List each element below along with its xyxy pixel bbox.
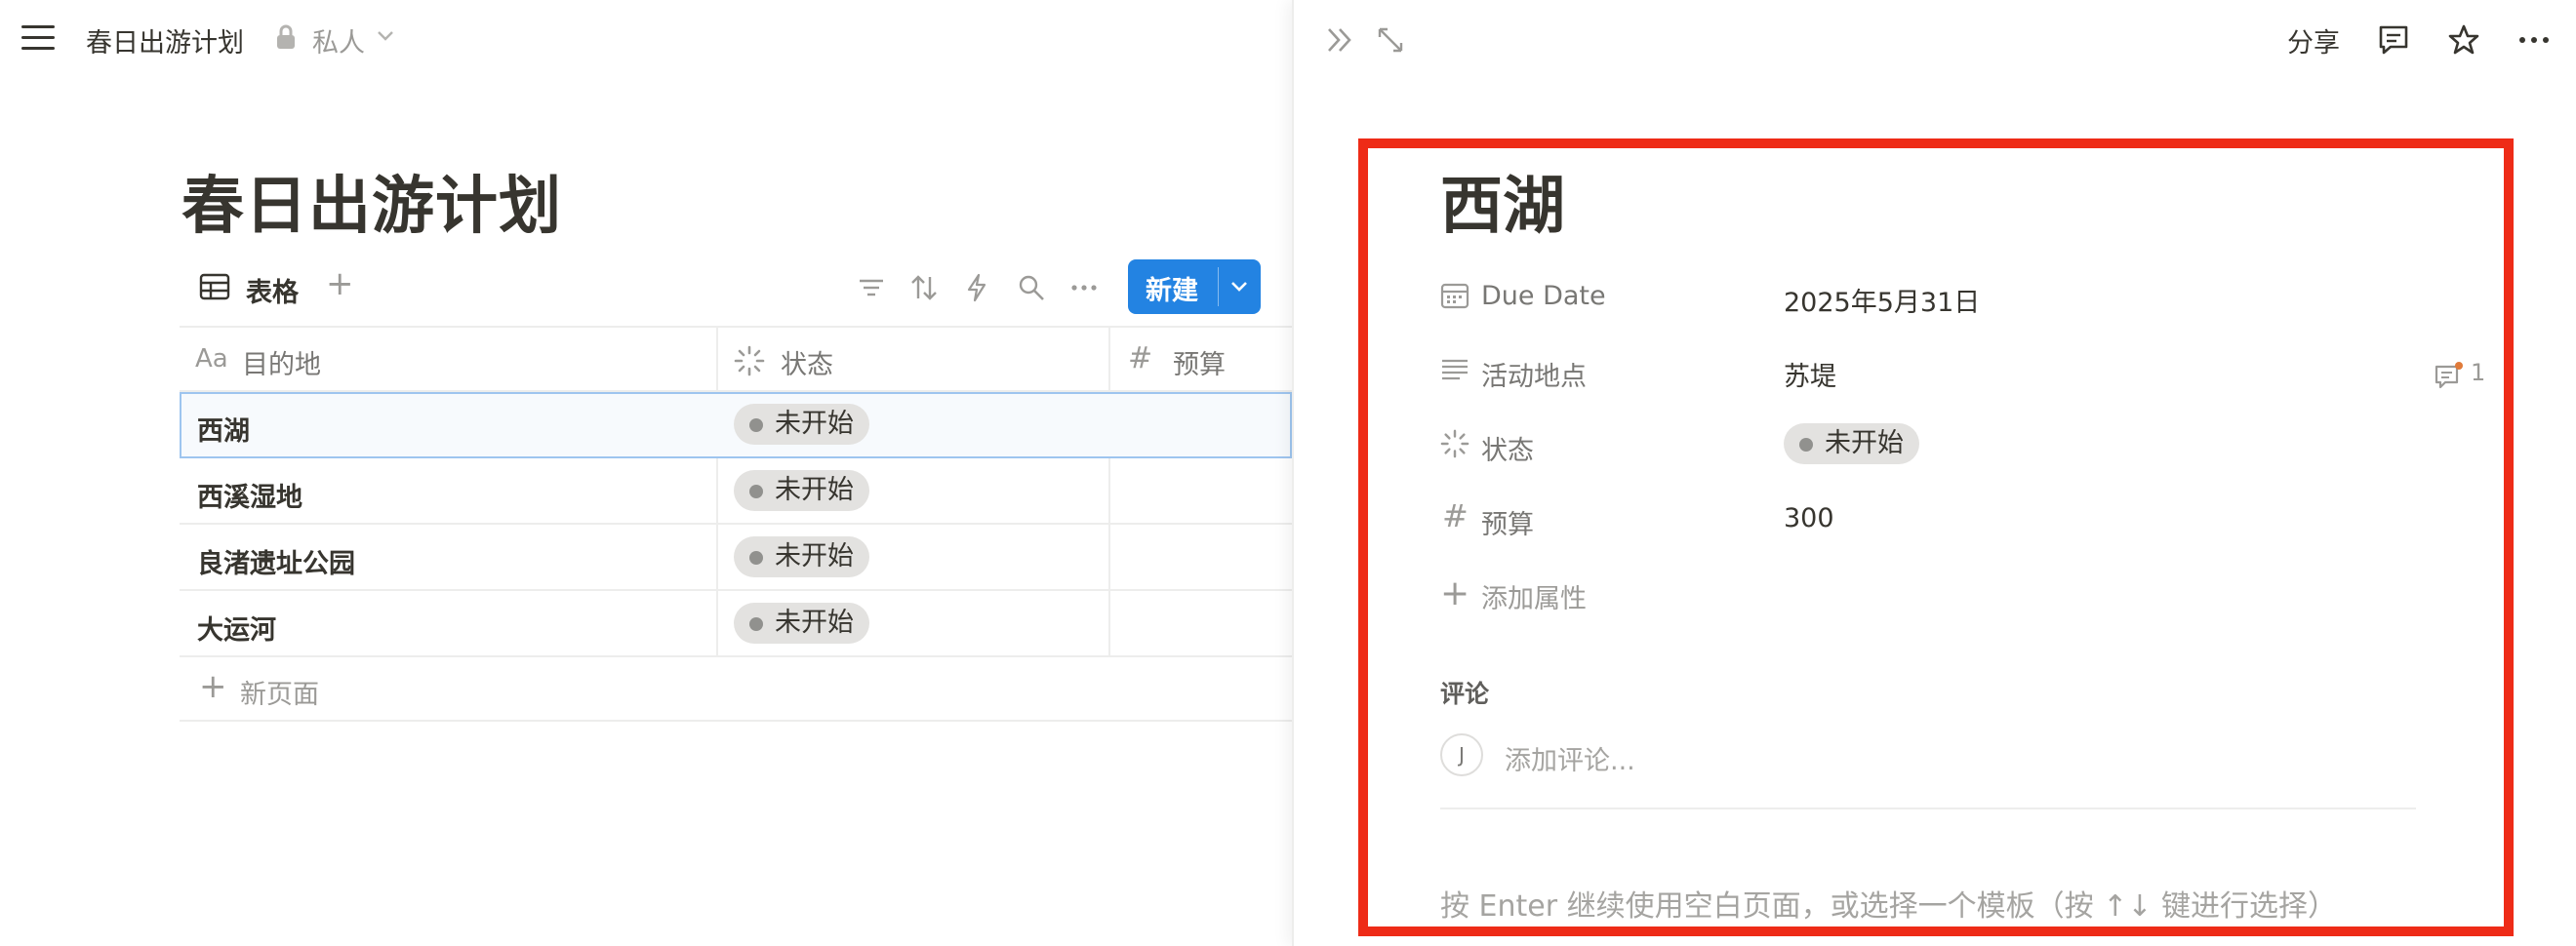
property-activity-location[interactable]: 活动地点 苏堤 <box>1440 343 2416 402</box>
new-page-label[interactable]: 新页面 <box>240 673 319 711</box>
status-badge[interactable]: 未开始 <box>1784 423 1919 464</box>
database-page: 春日出游计划 私人 春日出游计划 表格 + 新建 Aa 目的地 状态 # 预算 … <box>0 0 1292 946</box>
automation-lightning-icon[interactable] <box>962 273 991 302</box>
status-text: 未开始 <box>775 541 854 572</box>
status-dot <box>749 485 763 498</box>
add-comment-input[interactable]: 添加评论... <box>1505 739 1635 777</box>
text-type-icon: Aa <box>195 344 228 374</box>
avatar: J <box>1440 733 1483 776</box>
status-badge[interactable]: 未开始 <box>734 536 869 577</box>
column-label: 目的地 <box>242 350 321 380</box>
comment-icon[interactable] <box>2377 23 2410 57</box>
more-options-icon[interactable] <box>1069 273 1099 302</box>
status-dot <box>749 418 763 432</box>
property-name: 状态 <box>1481 436 1534 466</box>
add-property-button[interactable]: + 添加属性 <box>1440 566 2416 624</box>
property-due-date[interactable]: Due Date 2025年5月31日 <box>1440 269 2416 328</box>
status-text: 未开始 <box>1825 428 1904 458</box>
filter-icon[interactable] <box>857 273 886 302</box>
status-badge[interactable]: 未开始 <box>734 404 869 445</box>
plus-icon: + <box>199 667 227 706</box>
new-button-divider <box>1218 267 1219 306</box>
number-type-icon: # <box>1442 497 1469 534</box>
status-icon <box>734 345 765 376</box>
template-hint[interactable]: 按 Enter 继续使用空白页面，或选择一个模板（按 ↑↓ 键进行选择） <box>1440 882 2337 925</box>
table-row[interactable]: 西湖 未开始 <box>180 392 1292 458</box>
column-label: 预算 <box>1173 350 1226 380</box>
table-icon <box>199 273 230 300</box>
star-icon[interactable] <box>2447 23 2480 57</box>
status-dot <box>1799 438 1813 452</box>
property-budget[interactable]: # 预算 300 <box>1440 492 2416 550</box>
column-header-status[interactable]: 状态 <box>718 328 1110 392</box>
property-value[interactable]: 苏堤 <box>1784 355 1836 393</box>
new-page-row[interactable]: + 新页面 <box>180 657 1292 722</box>
comment-count[interactable]: 1 <box>2471 359 2485 386</box>
add-view-icon[interactable]: + <box>326 267 354 300</box>
table-row[interactable]: 良渚遗址公园 未开始 <box>180 525 1292 591</box>
status-text: 未开始 <box>775 475 854 505</box>
row-name[interactable]: 大运河 <box>197 609 276 647</box>
chevron-down-icon[interactable] <box>377 29 394 43</box>
row-name[interactable]: 良渚遗址公园 <box>197 542 355 580</box>
plus-icon: + <box>1440 573 1470 613</box>
page-title[interactable]: 春日出游计划 <box>181 156 562 246</box>
comment-indicator-icon[interactable] <box>2434 361 2467 390</box>
calendar-icon <box>1440 283 1469 309</box>
tab-table-view[interactable]: 表格 <box>246 271 299 309</box>
property-status[interactable]: 状态 未开始 <box>1440 417 2416 476</box>
side-peek-panel: 分享 西湖 Due Date 2025年5月31日 活动地点 苏堤 1 状态 未… <box>1292 0 2576 946</box>
text-lines-icon <box>1442 359 1468 380</box>
add-property-label[interactable]: 添加属性 <box>1481 577 1587 615</box>
number-type-icon: # <box>1128 341 1153 375</box>
property-name: 活动地点 <box>1481 362 1587 392</box>
row-name[interactable]: 西溪湿地 <box>197 476 302 514</box>
lock-icon <box>277 24 295 49</box>
property-value[interactable]: 2025年5月31日 <box>1784 281 1980 319</box>
column-header-destination[interactable]: Aa 目的地 <box>180 328 718 392</box>
view-toolbar: 表格 + 新建 <box>181 259 1292 318</box>
share-button[interactable]: 分享 <box>2287 21 2340 59</box>
status-badge[interactable]: 未开始 <box>734 470 869 511</box>
sort-icon[interactable] <box>909 273 939 302</box>
divider <box>1440 808 2416 809</box>
new-button-label[interactable]: 新建 <box>1128 269 1216 307</box>
status-dot <box>749 551 763 565</box>
property-name: Due Date <box>1481 281 1606 311</box>
column-header-budget[interactable]: # 预算 <box>1110 328 1292 392</box>
privacy-label[interactable]: 私人 <box>312 21 365 59</box>
chevron-down-icon[interactable] <box>1229 279 1249 295</box>
breadcrumb-title[interactable]: 春日出游计划 <box>86 21 244 59</box>
search-icon[interactable] <box>1017 273 1046 302</box>
new-button[interactable]: 新建 <box>1128 259 1261 314</box>
status-badge[interactable]: 未开始 <box>734 603 869 644</box>
comments-heading: 评论 <box>1440 680 1490 708</box>
column-label: 状态 <box>781 350 833 380</box>
row-name[interactable]: 西湖 <box>197 410 250 448</box>
close-peek-chevrons-icon[interactable] <box>1323 23 1356 57</box>
page-title[interactable]: 西湖 <box>1440 156 1565 246</box>
status-icon <box>1440 429 1469 458</box>
table-row[interactable]: 西溪湿地 未开始 <box>180 458 1292 525</box>
top-bar: 春日出游计划 私人 <box>0 0 1292 78</box>
property-value[interactable]: 300 <box>1784 503 1834 533</box>
property-name: 预算 <box>1481 510 1534 540</box>
expand-icon[interactable] <box>1376 25 1405 55</box>
table-row[interactable]: 大运河 未开始 <box>180 591 1292 657</box>
table-header: Aa 目的地 状态 # 预算 <box>180 326 1292 392</box>
status-text: 未开始 <box>775 409 854 439</box>
status-text: 未开始 <box>775 608 854 638</box>
status-dot <box>749 617 763 631</box>
more-options-icon[interactable] <box>2517 23 2551 57</box>
menu-icon[interactable] <box>20 23 57 53</box>
